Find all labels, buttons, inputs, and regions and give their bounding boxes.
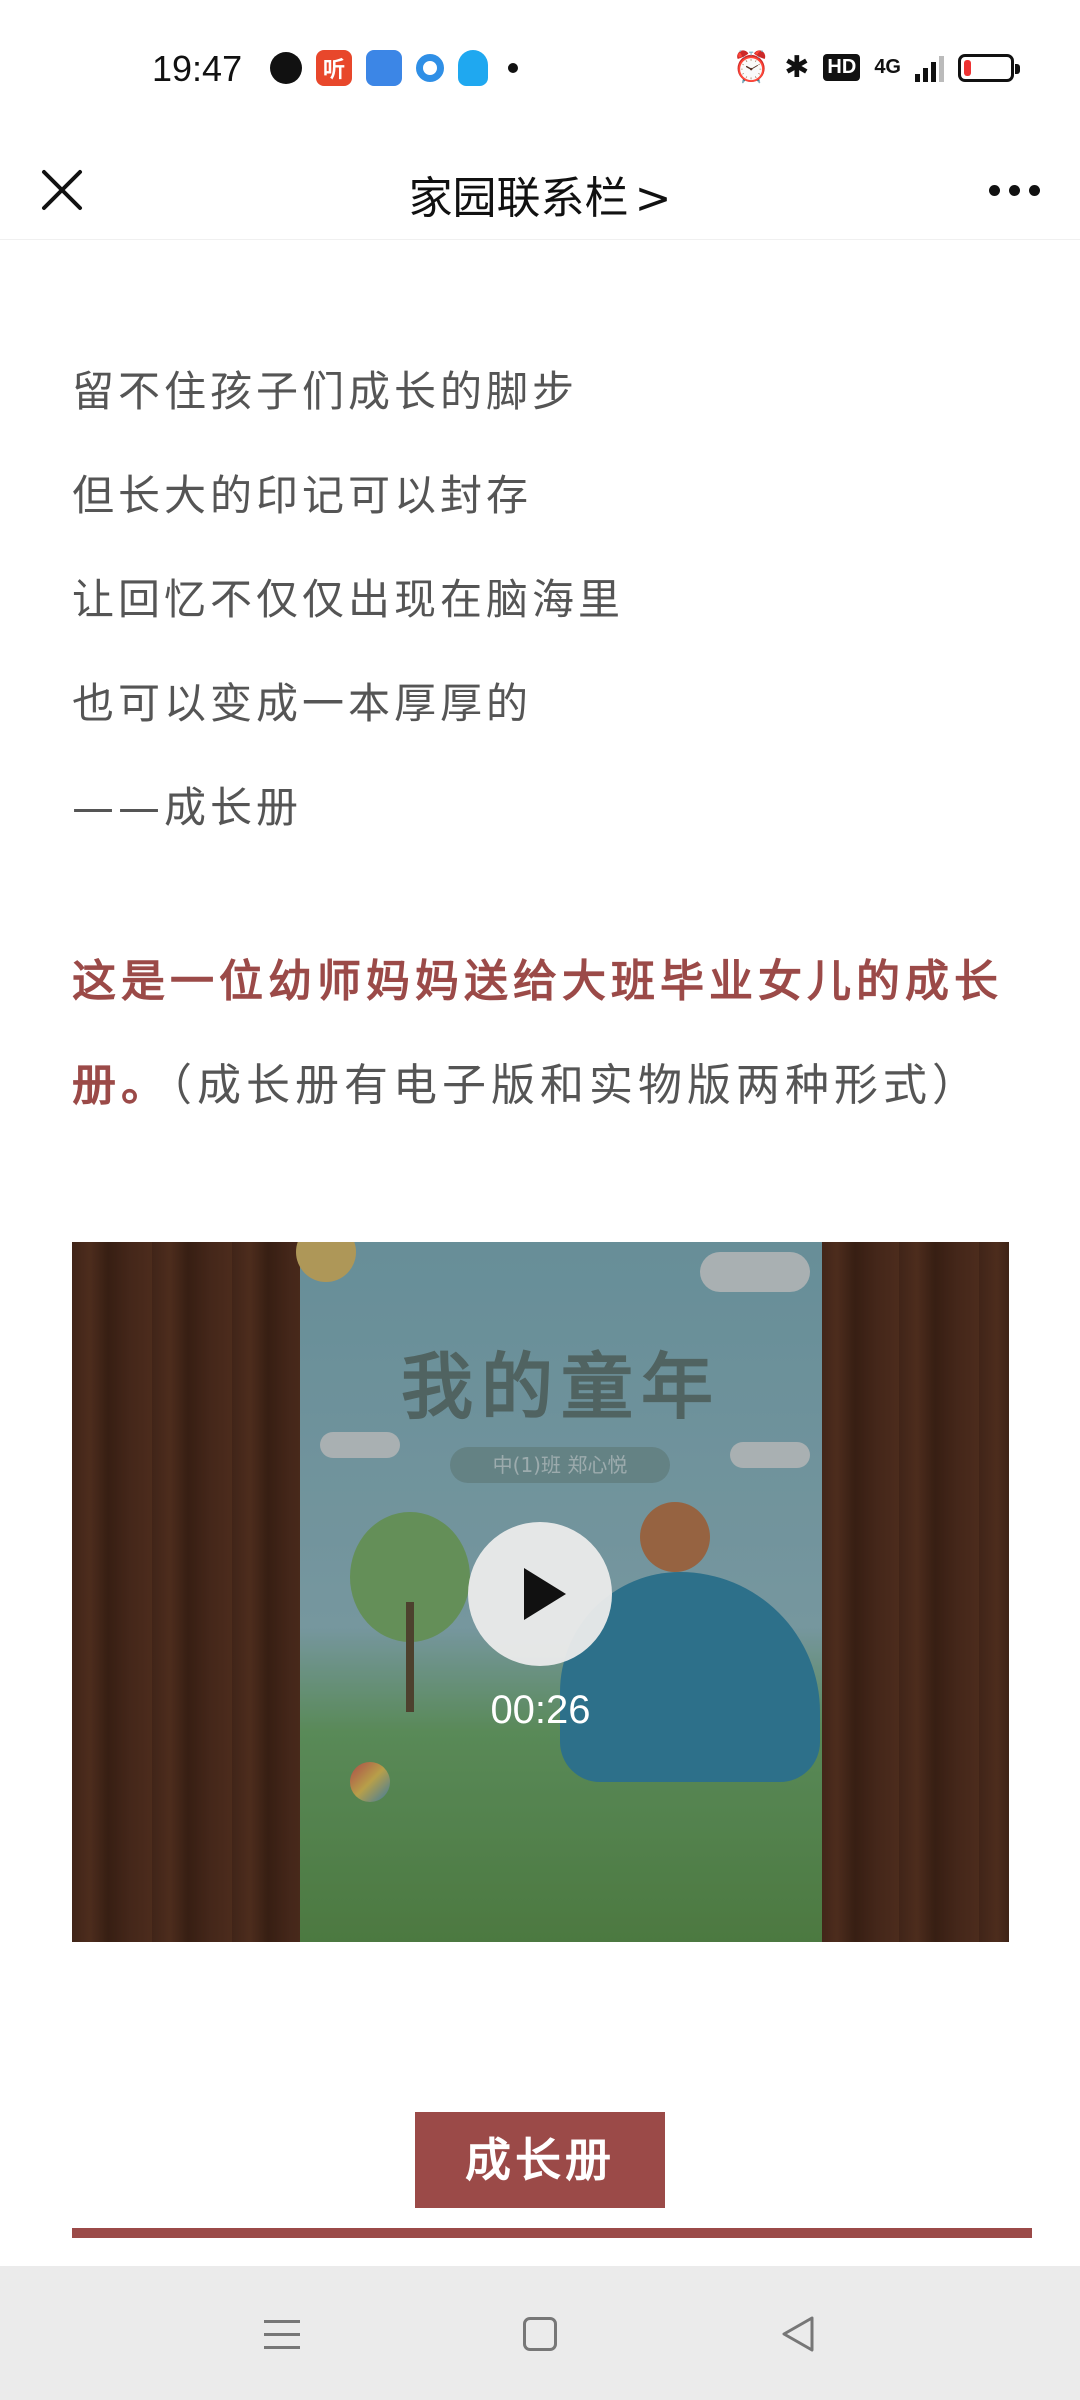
poem-line: 让回忆不仅仅出现在脑海里	[72, 575, 625, 624]
more-button[interactable]	[978, 158, 1050, 222]
recent-apps-button[interactable]	[252, 2304, 312, 2364]
highlight-paragraph: 这是一位幼师妈妈送给大班毕业女儿的成长册。（成长册有电子版和实物版两种形式）	[72, 930, 1022, 1138]
system-nav-bar	[0, 2266, 1080, 2400]
more-icon	[988, 184, 1000, 196]
home-icon	[523, 2317, 557, 2351]
qq-icon	[458, 50, 488, 86]
video-player[interactable]: 我的童年 中(1)班 郑心悦 00:26	[72, 1242, 1009, 1942]
home-button[interactable]	[510, 2304, 570, 2364]
back-icon	[782, 2316, 814, 2352]
chevron-right-icon: >	[634, 173, 672, 224]
format-note: （成长册有电子版和实物版两种形式）	[170, 1060, 981, 1111]
poem-line: 但长大的印记可以封存	[72, 471, 533, 520]
ting-icon: 听	[316, 50, 352, 86]
notification-icons: 听	[270, 50, 518, 86]
poem-line: 也可以变成一本厚厚的	[72, 679, 533, 728]
banner-divider	[72, 2228, 1032, 2238]
back-button[interactable]	[768, 2304, 828, 2364]
system-status: ⏰ ✱ HD 4G	[732, 50, 1020, 85]
clone-icon	[366, 50, 402, 86]
play-button[interactable]	[468, 1522, 612, 1666]
page-title: 家园联系栏	[408, 173, 629, 224]
status-bar: 19:47 听 ⏰ ✱ HD 4G	[0, 0, 1080, 140]
video-duration: 00:26	[490, 1688, 591, 1732]
alarm-icon: ⏰	[732, 51, 771, 84]
status-time: 19:47	[152, 48, 243, 89]
nav-bar: 家园联系栏 >	[0, 140, 1080, 240]
hd-icon: HD	[823, 54, 861, 81]
more-notifications-dot	[508, 63, 518, 73]
q-icon	[270, 52, 302, 84]
network-type: 4G	[874, 56, 901, 78]
account-title-link[interactable]: 家园联系栏 >	[0, 162, 1080, 226]
dot-app-icon	[416, 54, 444, 82]
article-poem: 留不住孩子们成长的脚步 但长大的印记可以封存 让回忆不仅仅出现在脑海里 也可以变…	[72, 340, 1012, 860]
battery-fill	[964, 59, 971, 76]
growth-book-banner: 成长册	[415, 2112, 665, 2208]
battery-icon	[958, 53, 1020, 82]
signal-icon	[915, 54, 944, 82]
poem-line: ——成长册	[72, 783, 303, 832]
bluetooth-icon: ✱	[784, 51, 810, 84]
poem-line: 留不住孩子们成长的脚步	[72, 367, 579, 416]
